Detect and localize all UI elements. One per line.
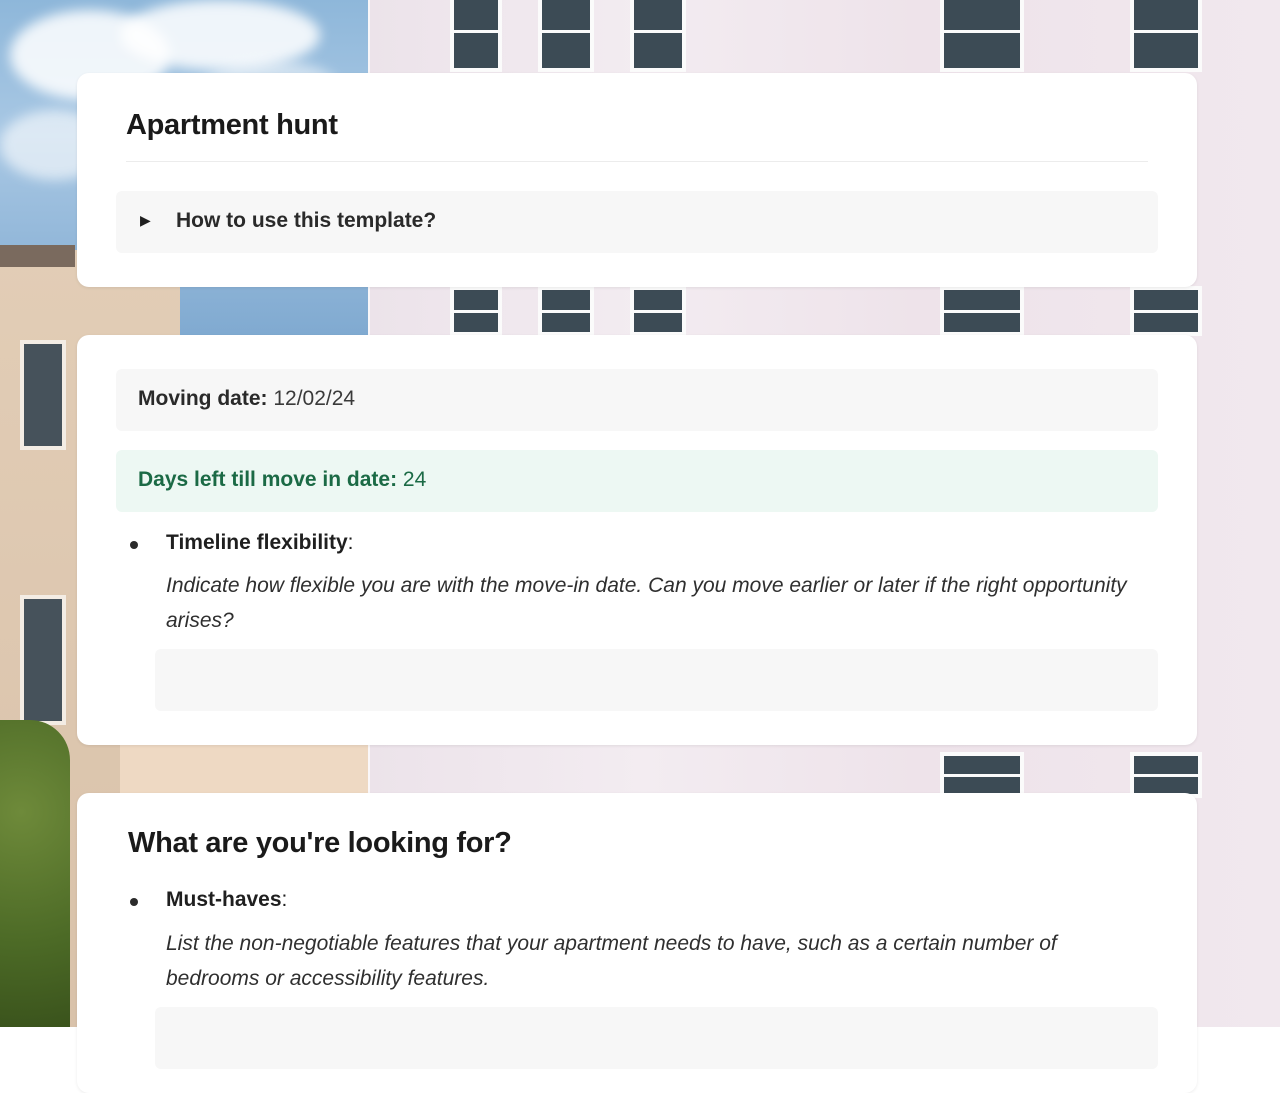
tree [0,720,70,1027]
timeline-flexibility-title: Timeline flexibility [166,531,348,554]
house-window [20,340,66,450]
building-window [538,286,594,336]
bullet-dot-icon [130,898,138,906]
header-card: Apartment hunt ▶ How to use this templat… [77,73,1197,287]
moving-date-label: Moving date: [138,387,268,410]
page-title: Apartment hunt [126,109,338,141]
must-haves-heading: Must-haves: [166,888,288,911]
days-left-field: Days left till move in date: 24 [116,450,1158,512]
roof [0,245,75,267]
building-window [630,0,686,72]
building-window [538,0,594,72]
building-window [940,752,1024,798]
timeline-flexibility-heading: Timeline flexibility: [166,531,354,554]
moving-date-value: 12/02/24 [273,387,356,410]
toggle-label: How to use this template? [176,209,437,232]
building-window [1130,752,1202,798]
building-window [450,0,502,72]
days-left-label: Days left till move in date: [138,468,398,491]
must-haves-title: Must-haves [166,888,282,911]
building-window [450,286,502,336]
days-left-value: 24 [402,468,427,491]
moving-card: Moving date: 12/02/24 Days left till mov… [77,335,1197,745]
title-divider [126,161,1148,162]
looking-for-card: What are you're looking for? Must-haves:… [77,793,1197,1093]
timeline-flexibility-input[interactable] [155,649,1158,711]
must-haves-description: List the non-negotiable features that yo… [166,932,1057,990]
building-window [940,286,1024,336]
bullet-dot-icon [130,541,138,549]
moving-date-field[interactable]: Moving date: 12/02/24 [116,369,1158,431]
section-title: What are you're looking for? [128,827,512,859]
house-window [20,595,66,725]
building-window [1130,286,1202,336]
timeline-flexibility-description: Indicate how flexible you are with the m… [166,574,1127,632]
how-to-use-toggle[interactable]: ▶ How to use this template? [116,191,1158,253]
building-window [1130,0,1202,72]
must-haves-input[interactable] [155,1007,1158,1069]
triangle-right-icon: ▶ [140,212,151,228]
building-window [940,0,1024,72]
building-window [630,286,686,336]
